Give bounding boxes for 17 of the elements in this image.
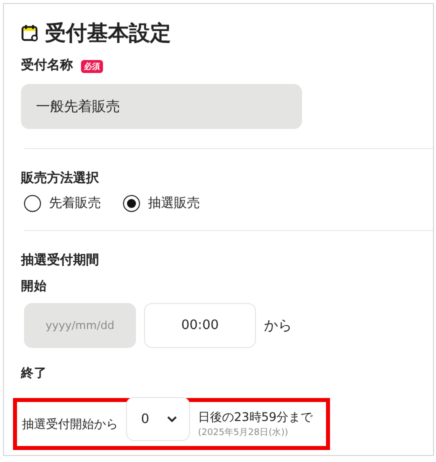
section-label: 抽選受付期間 [21, 253, 99, 268]
chevron-down-icon [167, 416, 177, 422]
suffix-text: から [264, 316, 292, 334]
radio-option[interactable]: 先着販売 [24, 194, 101, 212]
calendar-icon [21, 24, 39, 42]
deadline-date: (2025年5月28日(水)) [198, 426, 290, 439]
section-label: 販売方法選択 [21, 171, 99, 186]
radio-option[interactable]: 抽選販売 [123, 194, 200, 212]
required-badge: 必須 [81, 60, 103, 72]
prefix-text: 抽選受付開始から [22, 416, 118, 432]
time-field[interactable]: 00:00 [144, 303, 256, 348]
field-label: 受付名称 [21, 57, 73, 75]
page-title: 受付基本設定 [45, 20, 171, 47]
deadline-text: 日後の23時59分まで [198, 409, 313, 426]
field-label: 開始 [21, 277, 48, 295]
days-select[interactable]: 0 [126, 397, 190, 441]
field-label: 終了 [21, 364, 48, 382]
